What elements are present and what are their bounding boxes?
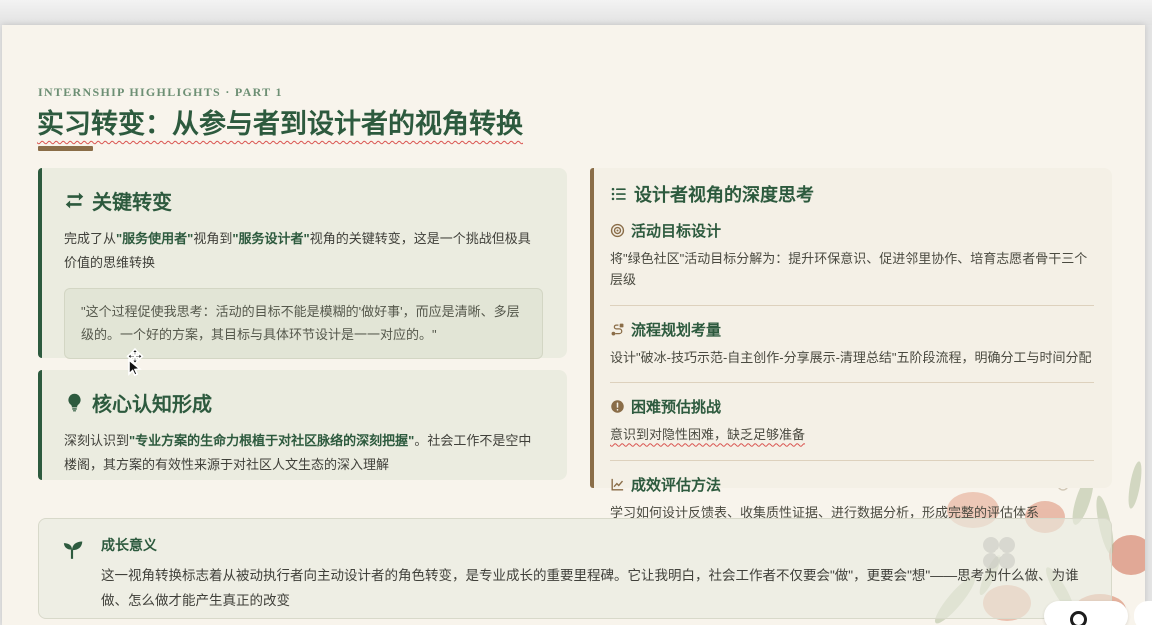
window-right-strip xyxy=(1145,25,1152,625)
growth-significance-card: 成长意义 这一视角转换标志着从被动执行者向主动设计者的角色转变，是专业成长的重要… xyxy=(38,518,1112,619)
body-text: 完成了从 xyxy=(64,231,116,246)
seedling-icon xyxy=(59,535,85,561)
highlight-text: "服务使用者" xyxy=(116,231,193,246)
item-title-text: 流程规划考量 xyxy=(631,319,721,340)
body-text: 深刻认识到 xyxy=(64,433,129,448)
list-item: 活动目标设计 将"绿色社区"活动目标分解为：提升环保意识、促进邻里协作、培育志愿… xyxy=(610,207,1094,306)
item-heading-row: 成效评估方法 xyxy=(610,474,1094,495)
item-body-text: 设计"破冰-技巧示范-自主创作-分享展示-清理总结"五阶段流程，明确分工与时间分… xyxy=(610,348,1094,369)
item-body-text: 将"绿色社区"活动目标分解为：提升环保意识、促进邻里协作、培育志愿者骨干三个层级 xyxy=(610,249,1094,291)
item-title-text: 成效评估方法 xyxy=(631,474,721,495)
partial-logo-glyph xyxy=(1070,611,1087,625)
panel-title-row: 设计者视角的深度思考 xyxy=(610,181,1094,207)
item-title-text: 困难预估挑战 xyxy=(631,396,721,417)
window-top-strip xyxy=(0,0,1152,25)
lightbulb-icon xyxy=(64,392,85,413)
list-item: 流程规划考量 设计"破冰-技巧示范-自主创作-分享展示-清理总结"五阶段流程，明… xyxy=(610,306,1094,384)
slide-eyebrow: INTERNSHIP HIGHLIGHTS · PART 1 xyxy=(38,85,283,100)
item-heading-row: 困难预估挑战 xyxy=(610,396,1094,417)
swap-arrows-icon xyxy=(64,190,85,211)
icon-wrap xyxy=(59,535,85,618)
floating-pill-button-edge[interactable] xyxy=(1134,601,1152,625)
key-transition-card: 关键转变 完成了从"服务使用者"视角到"服务设计者"视角的关键转变，这是一个挑战… xyxy=(38,168,567,358)
card-body-text: 完成了从"服务使用者"视角到"服务设计者"视角的关键转变，这是一个挑战但极具价值… xyxy=(64,227,543,275)
title-accent-bar xyxy=(38,146,93,151)
footer-body-text: 这一视角转换标志着从被动执行者向主动设计者的角色转变，是专业成长的重要里程碑。它… xyxy=(101,564,1089,614)
card-title-text: 关键转变 xyxy=(92,186,172,215)
list-item: 困难预估挑战 意识到对隐性困难，缺乏足够准备 xyxy=(610,383,1094,461)
route-icon xyxy=(610,322,625,337)
list-icon xyxy=(610,185,628,203)
highlight-text: "服务设计者" xyxy=(232,231,309,246)
highlight-text: "专业方案的生命力根植于对社区脉络的深刻把握" xyxy=(129,433,414,448)
body-text: 视角到 xyxy=(193,231,232,246)
trend-chart-icon xyxy=(610,477,625,492)
item-heading-row: 活动目标设计 xyxy=(610,220,1094,241)
panel-title-text: 设计者视角的深度思考 xyxy=(634,181,814,207)
item-body-text: 意识到对隐性困难，缺乏足够准备 xyxy=(610,425,1094,446)
move-cursor-icon xyxy=(122,348,148,378)
card-title-row: 关键转变 xyxy=(64,186,543,215)
designer-perspective-panel: 设计者视角的深度思考 活动目标设计 将"绿色社区"活动目标分解为：提升环保意识、… xyxy=(590,168,1112,488)
misspelled-text: 意识到对隐性困难，缺乏足够准备 xyxy=(610,427,805,442)
alert-circle-icon xyxy=(610,399,625,414)
slide-canvas: INTERNSHIP HIGHLIGHTS · PART 1 实习转变：从参与者… xyxy=(2,25,1145,625)
footer-title-text: 成长意义 xyxy=(101,535,1089,555)
floating-pill-button[interactable] xyxy=(1044,601,1128,625)
card-title-row: 核心认知形成 xyxy=(64,388,543,417)
card-body-text: 深刻认识到"专业方案的生命力根植于对社区脉络的深刻把握"。社会工作不是空中楼阁，… xyxy=(64,429,543,477)
core-cognition-card: 核心认知形成 深刻认识到"专业方案的生命力根植于对社区脉络的深刻把握"。社会工作… xyxy=(38,370,567,480)
item-title-text: 活动目标设计 xyxy=(631,220,721,241)
card-title-text: 核心认知形成 xyxy=(92,388,212,417)
item-heading-row: 流程规划考量 xyxy=(610,319,1094,340)
target-icon xyxy=(610,223,625,238)
footer-text-block: 成长意义 这一视角转换标志着从被动执行者向主动设计者的角色转变，是专业成长的重要… xyxy=(101,535,1089,618)
page-title: 实习转变：从参与者到设计者的视角转换 xyxy=(37,102,523,141)
